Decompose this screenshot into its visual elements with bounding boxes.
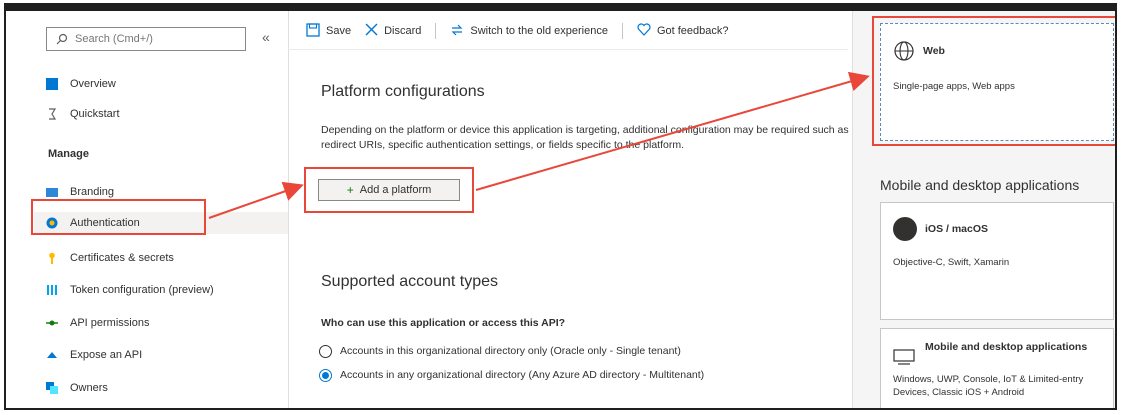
sidebar-item-label: Expose an API (70, 349, 143, 361)
add-platform-highlight (304, 167, 474, 213)
ios-card-subtitle: Objective-C, Swift, Xamarin (893, 257, 1010, 268)
sidebar-item-certificates[interactable]: Certificates & secrets (46, 247, 276, 269)
feedback-label: Got feedback? (656, 25, 729, 37)
toolbar-divider-line (288, 49, 848, 50)
radio-button[interactable] (319, 344, 332, 358)
heart-icon (637, 23, 651, 39)
toolbar-divider (435, 23, 437, 39)
switch-experience-button[interactable]: Switch to the old experience (450, 23, 608, 40)
ios-macos-card[interactable]: iOS / macOS Objective-C, Swift, Xamarin (880, 202, 1114, 320)
sidebar-item-label: Owners (70, 382, 108, 394)
discard-button[interactable]: Discard (365, 23, 421, 39)
sidebar-item-expose-api[interactable]: Expose an API (46, 344, 276, 366)
sidebar-item-label: Branding (70, 186, 115, 198)
search-box[interactable] (46, 27, 246, 51)
search-input[interactable] (71, 32, 237, 46)
sidebar-item-overview[interactable]: Overview (46, 73, 276, 95)
apple-icon (893, 217, 917, 241)
sidebar-item-label: Certificates & secrets (70, 252, 174, 264)
switch-label: Switch to the old experience (470, 25, 608, 37)
collapse-sidebar-icon[interactable]: « (262, 29, 270, 45)
key-icon (46, 252, 58, 264)
sidebar-item-token-configuration[interactable]: Token configuration (preview) (46, 279, 276, 301)
sidebar-item-quickstart[interactable]: Quickstart (46, 103, 276, 125)
mobile-desktop-heading: Mobile and desktop applications (880, 177, 1080, 193)
radio-button-selected[interactable] (319, 368, 332, 382)
sidebar-item-label: Overview (70, 78, 116, 90)
overview-icon (46, 78, 58, 90)
app-window: « Overview Quickstart Manage Branding Au… (4, 3, 1117, 410)
quickstart-icon (46, 108, 58, 120)
platform-description: Depending on the platform or device this… (321, 124, 849, 151)
cloud-icon (46, 349, 58, 361)
command-bar: Save Discard Switch to the old experienc… (306, 19, 743, 43)
desktop-card-subtitle: Windows, UWP, Console, IoT & Limited-ent… (893, 374, 1084, 398)
radio-label: Accounts in this organizational director… (340, 345, 681, 357)
discard-label: Discard (384, 25, 422, 37)
platform-configurations-title: Platform configurations (321, 83, 485, 100)
desktop-card-title: Mobile and desktop applications (925, 341, 1088, 353)
branding-icon (46, 187, 58, 197)
sidebar-item-owners[interactable]: Owners (46, 377, 276, 399)
account-question-label: Who can use this application or access t… (321, 317, 566, 329)
save-button[interactable]: Save (306, 22, 352, 40)
radio-single-tenant[interactable]: Accounts in this organizational director… (319, 342, 681, 360)
switch-icon (450, 23, 464, 40)
search-icon (53, 30, 71, 48)
radio-label: Accounts in any organizational directory… (340, 369, 705, 381)
api-permissions-icon (46, 317, 58, 329)
sidebar-item-label: Quickstart (70, 108, 120, 120)
sidebar-item-label: API permissions (70, 317, 150, 329)
authentication-highlight (31, 199, 206, 235)
sidebar-item-api-permissions[interactable]: API permissions (46, 312, 276, 334)
save-icon (306, 22, 320, 40)
mobile-desktop-card[interactable]: Mobile and desktop applications Windows,… (880, 328, 1114, 408)
ios-card-title: iOS / macOS (925, 223, 989, 235)
token-icon (46, 284, 58, 296)
feedback-button[interactable]: Got feedback? (637, 23, 729, 39)
close-icon (365, 23, 378, 39)
supported-account-types-title: Supported account types (321, 273, 499, 290)
radio-multitenant[interactable]: Accounts in any organizational directory… (319, 366, 704, 384)
web-card-highlight (872, 16, 1115, 146)
manage-section-title: Manage (48, 148, 89, 160)
save-label: Save (326, 25, 352, 37)
toolbar-divider (621, 23, 623, 39)
desktop-icon (893, 349, 915, 370)
sidebar-item-label: Token configuration (preview) (70, 284, 214, 296)
owners-icon (46, 382, 58, 394)
